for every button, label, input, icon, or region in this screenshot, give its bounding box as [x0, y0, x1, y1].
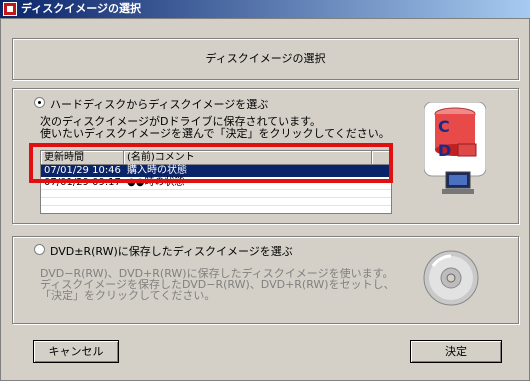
window-title: ディスクイメージの選択 — [21, 2, 142, 15]
list-gridline — [41, 205, 391, 206]
highlight-frame — [29, 143, 393, 183]
title-bar: ディスクイメージの選択 — [0, 0, 530, 18]
svg-text:C: C — [438, 117, 450, 136]
app-icon — [3, 2, 17, 16]
dvd-option-label[interactable]: DVD±R(RW)に保存したディスクイメージを選ぶ — [50, 243, 293, 259]
hdd-option-desc-line2: 使いたいディスクイメージを選んで「決定」をクリックしてください。 — [40, 127, 390, 140]
cancel-button[interactable]: キャンセル — [33, 340, 119, 363]
hdd-option-label[interactable]: ハードディスクからディスクイメージを選ぶ — [50, 96, 268, 112]
header-panel: ディスクイメージの選択 — [12, 38, 519, 80]
hdd-cd-computer-icon: C D — [424, 102, 486, 194]
dvd-disc-icon — [423, 250, 479, 306]
svg-text:D: D — [438, 141, 451, 160]
dvd-option-radio[interactable] — [34, 244, 45, 255]
hdd-option-radio[interactable] — [34, 97, 45, 108]
list-gridline — [41, 189, 391, 190]
dvd-option-desc-line3: 「決定」をクリックしてください。 — [40, 289, 216, 302]
ok-button[interactable]: 決定 — [410, 340, 502, 363]
list-gridline — [41, 197, 391, 198]
